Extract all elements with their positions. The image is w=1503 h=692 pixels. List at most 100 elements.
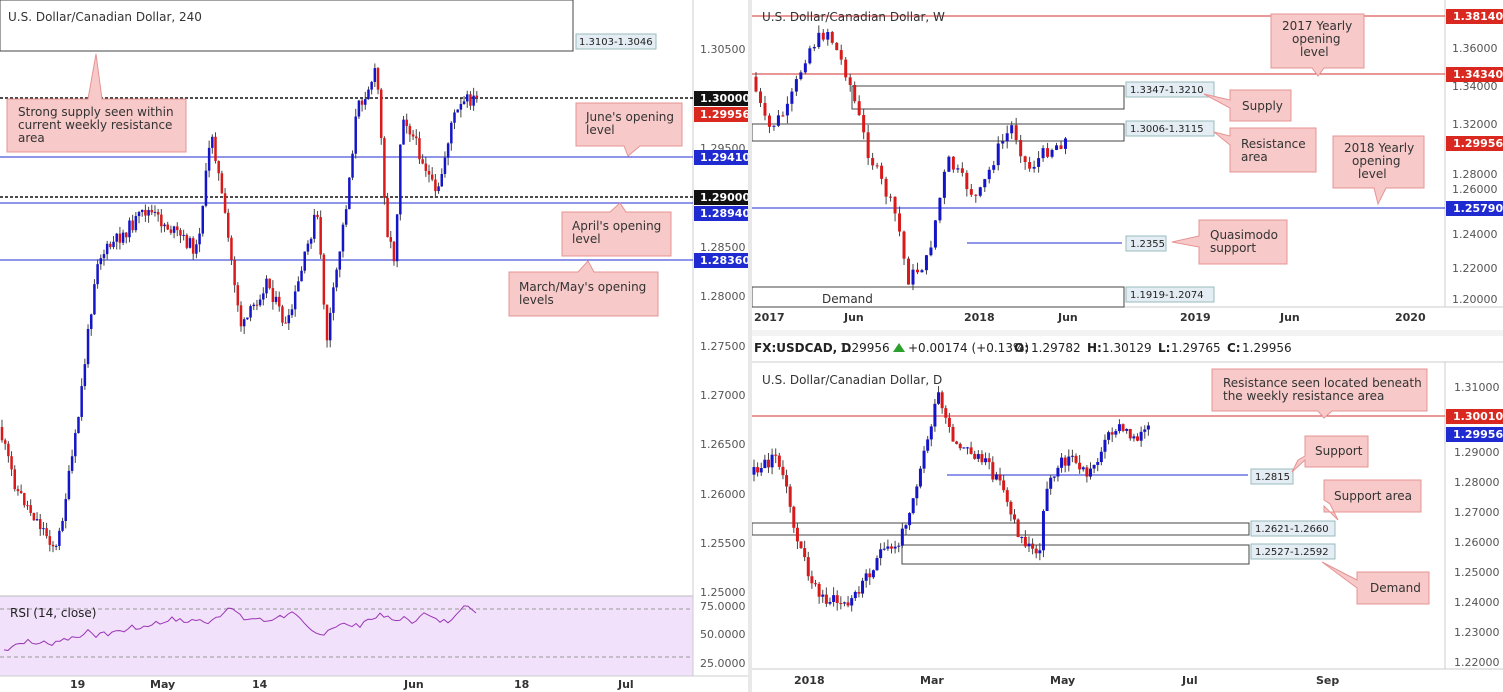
candle-body (794, 79, 798, 92)
svg-text:H:: H: (1087, 341, 1102, 355)
candle-body (415, 136, 418, 139)
candle-body (364, 99, 367, 105)
candle-body (446, 143, 450, 158)
svg-text:Jun: Jun (843, 311, 864, 324)
candle-body (956, 168, 960, 170)
weekly-title: U.S. Dollar/Canadian Dollar, W (762, 10, 945, 24)
svg-text:1.27500: 1.27500 (700, 340, 746, 353)
candle-body (1060, 457, 1064, 468)
svg-text:levels: levels (519, 293, 554, 307)
candle-body (976, 454, 980, 459)
candle-body (335, 269, 338, 288)
svg-text:19: 19 (70, 678, 85, 691)
svg-text:1.30000: 1.30000 (700, 92, 748, 105)
svg-text:2017: 2017 (754, 311, 785, 324)
svg-text:1.24000: 1.24000 (1454, 596, 1500, 609)
candle-body (48, 536, 52, 545)
candle-body (880, 165, 884, 179)
svg-text:1.36000: 1.36000 (1452, 42, 1498, 55)
candle-body (300, 270, 303, 282)
svg-text:1.30500: 1.30500 (700, 43, 746, 56)
candle-body (357, 100, 361, 117)
qm-level-label: 1.2355 (1130, 239, 1165, 250)
candle-body (799, 72, 803, 80)
candle-body (80, 386, 83, 417)
candle-body (137, 212, 141, 217)
candle-body (1114, 431, 1118, 435)
svg-text:FX:USDCAD, D: FX:USDCAD, D (754, 341, 851, 355)
candle-body (785, 103, 789, 116)
h4-chart-panel[interactable]: 1.3103-1.3046 U.S. Dollar/Canadian Dolla… (0, 0, 748, 692)
svg-text:1.25500: 1.25500 (700, 537, 746, 550)
candle-body (147, 209, 150, 216)
candle-body (911, 269, 915, 285)
candle-body (864, 573, 868, 581)
candle-body (839, 603, 843, 605)
svg-text:1.22000: 1.22000 (1452, 262, 1498, 275)
candle-body (969, 189, 973, 195)
candle-body (875, 558, 879, 571)
daily-chart-panel[interactable]: FX:USDCAD, D 1.29956 +0.00174 (+0.13%) O… (752, 336, 1503, 692)
svg-text:1.31000: 1.31000 (1454, 381, 1500, 394)
candle-body (220, 173, 224, 194)
svg-text:opening: opening (1352, 154, 1401, 168)
svg-text:Jul: Jul (617, 678, 634, 691)
candle-body (1078, 462, 1082, 470)
candle-body (10, 456, 13, 470)
candle-body (839, 50, 843, 60)
candle-body (1020, 536, 1024, 538)
candle-body (35, 519, 39, 521)
svg-text:2018: 2018 (964, 311, 995, 324)
candle-body (176, 226, 179, 231)
candle-body (313, 214, 316, 239)
candle-body (96, 264, 99, 285)
svg-text:2018 Yearly: 2018 Yearly (1344, 141, 1414, 155)
candle-body (1143, 429, 1147, 432)
svg-text:Resistance: Resistance (1241, 137, 1306, 151)
svg-text:May: May (150, 678, 175, 691)
daily-legend: FX:USDCAD, D 1.29956 +0.00174 (+0.13%) O… (754, 341, 1292, 355)
candle-body (821, 594, 825, 597)
candle-body (955, 441, 959, 444)
candle-body (853, 591, 857, 599)
svg-text:1.30010: 1.30010 (1453, 410, 1503, 423)
candle-body (1041, 511, 1045, 551)
candle-body (325, 304, 329, 341)
svg-text:Demand: Demand (1370, 581, 1421, 595)
candle-body (70, 456, 74, 471)
candle-body (1136, 436, 1140, 441)
candle-body (965, 447, 969, 449)
candle-body (115, 233, 118, 242)
candle-body (453, 112, 456, 123)
candle-body (965, 172, 969, 190)
candle-body (223, 193, 227, 213)
candle-body (169, 229, 173, 233)
candle-body (893, 196, 897, 214)
candle-body (1117, 424, 1121, 432)
candle-body (926, 439, 930, 451)
candle-body (944, 408, 948, 418)
svg-text:+0.00174 (+0.13%): +0.00174 (+0.13%) (908, 341, 1029, 355)
candle-body (163, 224, 166, 227)
candle-body (832, 595, 836, 602)
candle-body (897, 545, 901, 547)
svg-text:1.28500: 1.28500 (700, 241, 746, 254)
candle-body (45, 528, 48, 537)
candle-body (1028, 162, 1032, 169)
candle-body (195, 244, 198, 254)
candle-body (1009, 501, 1013, 515)
svg-text:Jul: Jul (1181, 674, 1198, 687)
candle-body (752, 467, 756, 475)
candle-body (933, 403, 937, 427)
zone-label: 1.3103-1.3046 (579, 37, 653, 48)
candle-body (850, 598, 854, 606)
weekly-chart-panel[interactable]: U.S. Dollar/Canadian Dollar, W 1.3347-1.… (752, 0, 1503, 330)
candle-body (882, 548, 886, 550)
candle-body (418, 138, 421, 160)
svg-text:level: level (586, 123, 615, 137)
candle-body (1064, 138, 1068, 149)
candle-body (255, 304, 259, 306)
candle-body (134, 216, 138, 231)
candle-body (1055, 145, 1059, 150)
svg-text:Jun: Jun (1057, 311, 1078, 324)
